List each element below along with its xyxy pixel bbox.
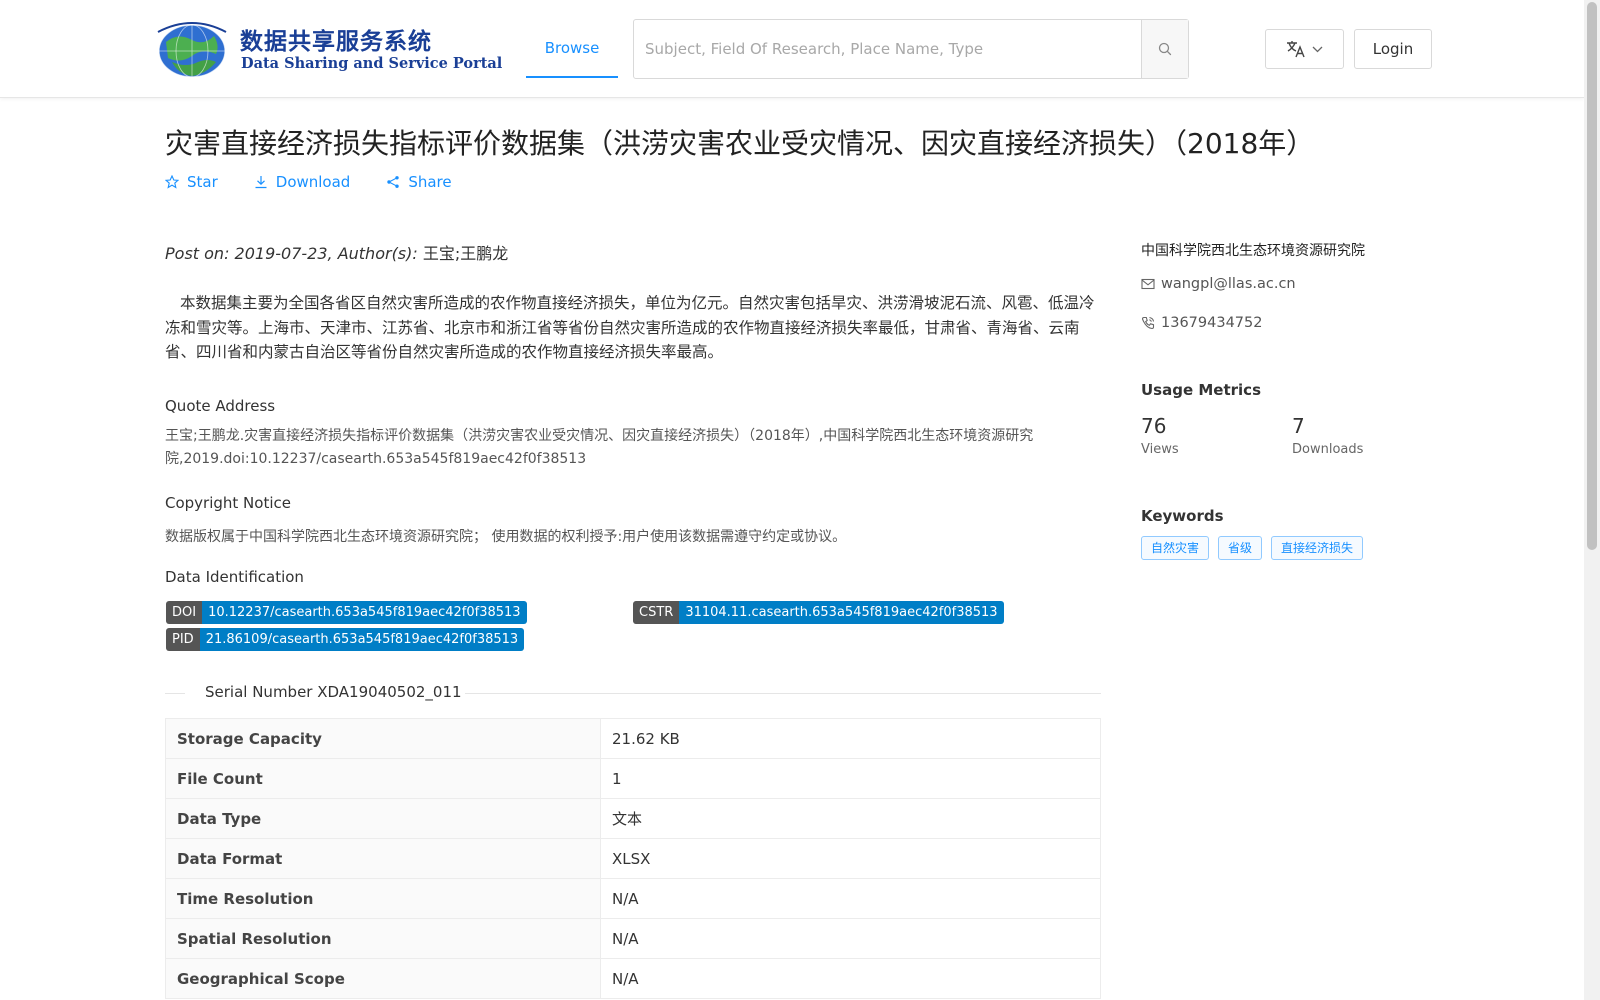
table-row: Data Format XLSX bbox=[165, 838, 1101, 879]
download-button[interactable]: Download bbox=[254, 173, 351, 191]
dataset-info-table: Storage Capacity 21.62 KB File Count 1 Data … bbox=[165, 718, 1101, 999]
logo-title-en: Data Sharing and Service Portal bbox=[241, 55, 503, 72]
globe-logo-icon bbox=[157, 22, 227, 78]
views-count: 76 bbox=[1141, 414, 1167, 438]
keyword-tag[interactable]: 直接经济损失 bbox=[1271, 536, 1364, 560]
table-key-cell: Storage Capacity bbox=[165, 718, 601, 759]
download-label: Download bbox=[275, 173, 351, 191]
pid-key: PID bbox=[166, 628, 200, 651]
page-title: 灾害直接经济损失指标评价数据集（洪涝灾害农业受灾情况、因灾直接经济损失）（201… bbox=[165, 127, 1315, 160]
doi-badge[interactable]: DOI 10.12237/casearth.653a545f819aec42f0… bbox=[166, 601, 527, 624]
cstr-value: 31104.11.casearth.653a545f819aec42f0f385… bbox=[679, 601, 1004, 624]
quote-address-text: 王宝;王鹏龙.灾害直接经济损失指标评价数据集（洪涝灾害农业受灾情况、因灾直接经济… bbox=[165, 428, 1034, 467]
dataset-abstract: 本数据集主要为全国各省区自然灾害所造成的农作物直接经济损失，单位为亿元。自然灾害… bbox=[165, 294, 1095, 361]
keyword-tag[interactable]: 省级 bbox=[1218, 536, 1263, 560]
language-switcher[interactable] bbox=[1265, 29, 1344, 69]
star-label: Star bbox=[187, 173, 218, 191]
table-row: Geographical Scope N/A bbox=[165, 958, 1101, 999]
table-key-cell: Geographical Scope bbox=[165, 958, 601, 999]
chevron-down-icon bbox=[1312, 46, 1323, 52]
share-label: Share bbox=[408, 173, 452, 191]
table-key-cell: File Count bbox=[165, 758, 601, 799]
usage-metrics-heading: Usage Metrics bbox=[1141, 381, 1261, 399]
downloads-label: Downloads bbox=[1292, 442, 1364, 457]
organization-name[interactable]: 中国科学院西北生态环境资源研究院 bbox=[1141, 240, 1365, 260]
share-icon bbox=[387, 176, 400, 188]
table-key-cell: Data Type bbox=[165, 798, 601, 839]
download-icon bbox=[255, 176, 267, 189]
copyright-notice-label: Copyright Notice bbox=[165, 494, 291, 512]
table-row: File Count 1 bbox=[165, 758, 1101, 799]
divider-line-left bbox=[165, 693, 185, 694]
table-row: Spatial Resolution N/A bbox=[165, 918, 1101, 959]
login-button[interactable]: Login bbox=[1354, 29, 1432, 69]
contact-phone[interactable]: 13679434752 bbox=[1141, 315, 1262, 331]
authors: 王宝;王鹏龙 bbox=[422, 244, 509, 263]
serial-number-divider: Serial Number XDA19040502_011 bbox=[165, 681, 1101, 705]
nav-browse-tab[interactable]: Browse bbox=[526, 20, 618, 78]
keyword-tag[interactable]: 自然灾害 bbox=[1141, 536, 1210, 560]
pid-value: 21.86109/casearth.653a545f819aec42f0f385… bbox=[199, 628, 525, 651]
star-icon bbox=[165, 175, 179, 189]
views-label: Views bbox=[1141, 442, 1179, 457]
star-button[interactable]: Star bbox=[165, 173, 218, 191]
post-date-prefix: Post on: 2019-07-23, Author(s): bbox=[165, 244, 423, 263]
email-text: wangpl@llas.ac.cn bbox=[1161, 276, 1296, 292]
data-identification-label: Data Identification bbox=[165, 568, 304, 586]
table-row: Storage Capacity 21.62 KB bbox=[165, 718, 1101, 759]
keyword-list: 自然灾害 省级 直接经济损失 bbox=[1141, 536, 1364, 560]
table-row: Time Resolution N/A bbox=[165, 878, 1101, 919]
table-value-cell: 文本 bbox=[600, 798, 1101, 839]
table-value-cell: N/A bbox=[600, 918, 1101, 959]
copyright-notice-text: 数据版权属于中国科学院西北生态环境资源研究院； 使用数据的权利授予:用户使用该数… bbox=[165, 529, 847, 545]
table-row: Data Type 文本 bbox=[165, 798, 1101, 839]
table-key-cell: Spatial Resolution bbox=[165, 918, 601, 959]
cstr-badge[interactable]: CSTR 31104.11.casearth.653a545f819aec42f… bbox=[633, 601, 1004, 624]
mail-icon bbox=[1141, 278, 1155, 290]
serial-number: Serial Number XDA19040502_011 bbox=[205, 683, 462, 701]
keywords-heading: Keywords bbox=[1141, 507, 1224, 525]
doi-value: 10.12237/casearth.653a545f819aec42f0f385… bbox=[202, 601, 527, 624]
table-value-cell: 1 bbox=[600, 758, 1101, 799]
search-button[interactable] bbox=[1141, 20, 1188, 78]
search-input[interactable] bbox=[634, 20, 1142, 78]
dataset-actions: Star Download Share bbox=[165, 173, 452, 191]
contact-email[interactable]: wangpl@llas.ac.cn bbox=[1141, 276, 1296, 292]
doi-key: DOI bbox=[166, 601, 203, 624]
page-scrollbar[interactable] bbox=[1584, 0, 1600, 1000]
site-header: 数据共享服务系统 Data Sharing and Service Portal… bbox=[0, 0, 1584, 98]
table-key-cell: Data Format bbox=[165, 838, 601, 879]
quote-address-label: Quote Address bbox=[165, 397, 276, 415]
search-box bbox=[633, 19, 1189, 79]
table-value-cell: 21.62 KB bbox=[600, 718, 1101, 759]
phone-icon bbox=[1141, 316, 1155, 330]
scrollbar-thumb[interactable] bbox=[1587, 2, 1597, 550]
translate-icon bbox=[1287, 41, 1305, 58]
post-info: Post on: 2019-07-23, Author(s): 王宝;王鹏龙 bbox=[165, 240, 508, 264]
pid-badge[interactable]: PID 21.86109/casearth.653a545f819aec42f0… bbox=[166, 628, 525, 651]
cstr-key: CSTR bbox=[633, 601, 680, 624]
downloads-count: 7 bbox=[1292, 414, 1305, 438]
site-logo[interactable]: 数据共享服务系统 Data Sharing and Service Portal bbox=[152, 18, 502, 80]
phone-text: 13679434752 bbox=[1161, 315, 1263, 331]
table-value-cell: XLSX bbox=[600, 838, 1101, 879]
search-icon bbox=[1158, 42, 1172, 56]
table-value-cell: N/A bbox=[600, 878, 1101, 919]
divider-line-right bbox=[465, 693, 1101, 694]
logo-title-cn: 数据共享服务系统 bbox=[240, 29, 432, 55]
share-button[interactable]: Share bbox=[386, 173, 452, 191]
table-key-cell: Time Resolution bbox=[165, 878, 601, 919]
table-value-cell: N/A bbox=[600, 958, 1101, 999]
